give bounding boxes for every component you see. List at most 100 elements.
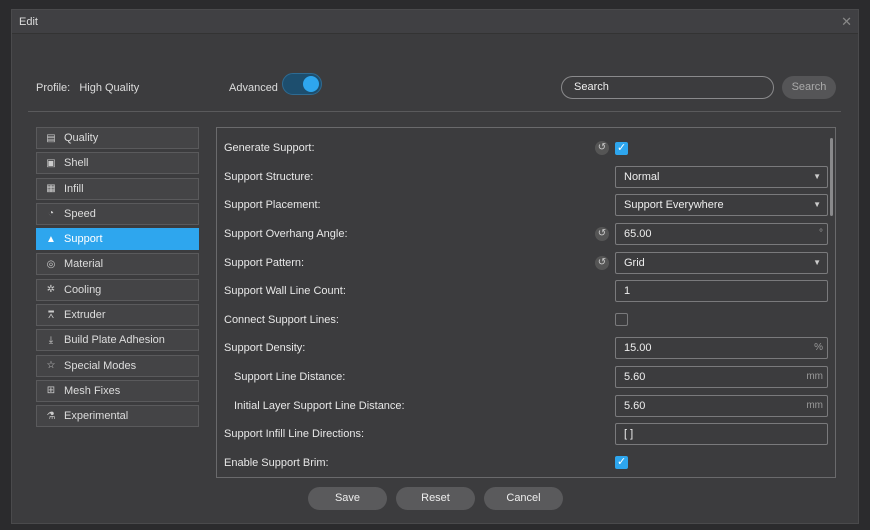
title-bar: Edit ✕ bbox=[12, 10, 858, 34]
setting-row: Support Line Distance: 5.60 mm bbox=[217, 363, 835, 392]
setting-row: Initial Layer Support Line Distance: 5.60… bbox=[217, 391, 835, 420]
support-icon: ▲ bbox=[46, 233, 56, 245]
shell-icon: ▣ bbox=[46, 157, 56, 169]
setting-label: Support Density: bbox=[224, 342, 306, 355]
sidebar-item-label: Cooling bbox=[64, 283, 102, 296]
material-icon: ◎ bbox=[46, 258, 56, 270]
setting-input[interactable]: 5.60 mm bbox=[615, 366, 828, 389]
save-button[interactable]: Save bbox=[308, 487, 387, 510]
setting-value: [ ] bbox=[624, 428, 634, 441]
setting-value: 1 bbox=[624, 285, 631, 298]
setting-row: Support Infill Line Directions: [ ] bbox=[217, 420, 835, 449]
setting-label: Support Overhang Angle: bbox=[224, 228, 348, 241]
sidebar-item-mesh-fixes[interactable]: ⊞ Mesh Fixes bbox=[36, 379, 199, 402]
setting-label: Support Structure: bbox=[224, 170, 314, 183]
extruder-icon: ⩞ bbox=[47, 309, 55, 321]
advanced-label: Advanced bbox=[229, 82, 278, 94]
sidebar-item-quality[interactable]: ▤ Quality bbox=[36, 127, 199, 149]
setting-value: Support Everywhere bbox=[624, 199, 724, 212]
special-modes-icon: ☆ bbox=[46, 360, 56, 372]
setting-row: Support Overhang Angle: ↺ 65.00 ° bbox=[217, 220, 835, 249]
sidebar-item-label: Quality bbox=[64, 132, 99, 144]
setting-checkbox[interactable] bbox=[615, 455, 628, 470]
sidebar-item-material[interactable]: ◎ Material bbox=[36, 253, 199, 276]
setting-label: Support Infill Line Directions: bbox=[224, 428, 365, 441]
setting-input[interactable]: 15.00% bbox=[615, 337, 828, 360]
mesh-fixes-icon: ⊞ bbox=[46, 385, 56, 397]
infill-icon: ▦ bbox=[46, 183, 56, 195]
setting-label: Enable Support Brim: bbox=[224, 456, 329, 469]
chevron-down-icon: ▼ bbox=[813, 257, 821, 267]
sidebar-item-label: Extruder bbox=[64, 309, 106, 322]
sidebar-item-build-plate-adhesion[interactable]: ⤓ Build Plate Adhesion bbox=[36, 329, 199, 352]
setting-row: Support Structure: Normal ▼ bbox=[217, 163, 835, 192]
sidebar-item-speed[interactable]: ◔ Speed bbox=[36, 202, 199, 225]
setting-row: Enable Support Brim: bbox=[217, 449, 835, 477]
category-sidebar: ▤ Quality ▣ Shell ▦ Infill ◔ Speed ▲ Support ◎ Mate… bbox=[36, 127, 199, 431]
setting-checkbox[interactable] bbox=[615, 313, 628, 327]
setting-label: Support Pattern: bbox=[224, 256, 305, 269]
sidebar-item-label: Shell bbox=[64, 157, 89, 170]
sidebar-item-label: Build Plate Adhesion bbox=[64, 334, 165, 347]
setting-dropdown[interactable]: Grid ▼ bbox=[615, 251, 828, 274]
toggle-knob bbox=[303, 76, 319, 92]
sidebar-item-label: Material bbox=[64, 258, 104, 271]
setting-row: Support Wall Line Count: 1 bbox=[217, 277, 835, 306]
cancel-button[interactable]: Cancel bbox=[484, 487, 563, 510]
unit-label: mm bbox=[806, 399, 823, 411]
setting-label: Connect Support Lines: bbox=[224, 313, 339, 326]
speed-icon: ◔ bbox=[47, 208, 55, 220]
build-plate-icon: ⤓ bbox=[48, 334, 54, 346]
setting-label: Initial Layer Support Line Distance: bbox=[234, 399, 405, 412]
setting-row: Support Density: 15.00% bbox=[217, 334, 835, 363]
sidebar-item-infill[interactable]: ▦ Infill bbox=[36, 177, 199, 200]
search-button[interactable]: Search bbox=[782, 76, 836, 99]
sidebar-item-label: Infill bbox=[64, 182, 84, 195]
setting-value: 15.00 bbox=[624, 342, 652, 355]
setting-label: Support Line Distance: bbox=[234, 371, 346, 384]
window-title: Edit bbox=[19, 15, 38, 28]
quality-icon: ▤ bbox=[46, 132, 56, 144]
sidebar-item-support[interactable]: ▲ Support bbox=[36, 228, 199, 251]
setting-input[interactable]: 1 bbox=[615, 280, 828, 303]
setting-checkbox[interactable] bbox=[615, 141, 628, 155]
setting-row: Support Placement: Support Everywhere ▼ bbox=[217, 191, 835, 220]
sidebar-item-extruder[interactable]: ⩞ Extruder bbox=[36, 304, 199, 327]
header-divider bbox=[28, 111, 841, 112]
sidebar-item-label: Mesh Fixes bbox=[64, 384, 121, 397]
reset-button[interactable]: Reset bbox=[396, 487, 475, 510]
setting-value: 5.60 bbox=[624, 371, 646, 384]
setting-input[interactable]: 5.60 mm bbox=[615, 394, 828, 417]
experimental-icon: ⚗ bbox=[46, 410, 56, 422]
setting-dropdown[interactable]: Normal ▼ bbox=[615, 165, 828, 188]
reset-value-icon[interactable]: ↺ bbox=[595, 141, 609, 156]
advanced-toggle[interactable] bbox=[282, 73, 322, 95]
setting-value: Grid bbox=[624, 256, 645, 269]
sidebar-item-label: Experimental bbox=[64, 410, 129, 423]
close-icon[interactable]: ✕ bbox=[841, 14, 852, 30]
setting-dropdown[interactable]: Support Everywhere ▼ bbox=[615, 194, 828, 217]
search-input[interactable]: Search bbox=[561, 76, 774, 99]
setting-label: Generate Support: bbox=[224, 142, 315, 155]
sidebar-item-cooling[interactable]: ✲ Cooling bbox=[36, 278, 199, 301]
chevron-down-icon: ▼ bbox=[813, 200, 821, 210]
reset-value-icon[interactable]: ↺ bbox=[595, 227, 609, 242]
cooling-icon: ✲ bbox=[46, 284, 56, 296]
setting-row: Generate Support: ↺ bbox=[217, 134, 835, 163]
reset-value-icon[interactable]: ↺ bbox=[595, 255, 609, 270]
settings-panel: Generate Support: ↺ Support Structure: Norm… bbox=[216, 127, 836, 478]
sidebar-item-label: Special Modes bbox=[64, 359, 137, 372]
profile-info: Profile: High Quality bbox=[36, 82, 139, 94]
sidebar-item-label: Speed bbox=[64, 207, 96, 220]
sidebar-item-shell[interactable]: ▣ Shell bbox=[36, 152, 199, 175]
setting-label: Support Placement: bbox=[224, 199, 321, 212]
setting-value: Normal bbox=[624, 170, 660, 183]
setting-input[interactable]: [ ] bbox=[615, 423, 828, 446]
sidebar-item-special-modes[interactable]: ☆ Special Modes bbox=[36, 354, 199, 377]
edit-dialog: Edit ✕ Profile: High Quality Advanced Se… bbox=[11, 9, 859, 524]
setting-label: Support Wall Line Count: bbox=[224, 285, 346, 298]
sidebar-item-experimental[interactable]: ⚗ Experimental bbox=[36, 405, 199, 428]
setting-value: 5.60 bbox=[624, 399, 646, 412]
setting-input[interactable]: 65.00 ° bbox=[615, 223, 828, 246]
unit-label: ° bbox=[819, 228, 823, 240]
